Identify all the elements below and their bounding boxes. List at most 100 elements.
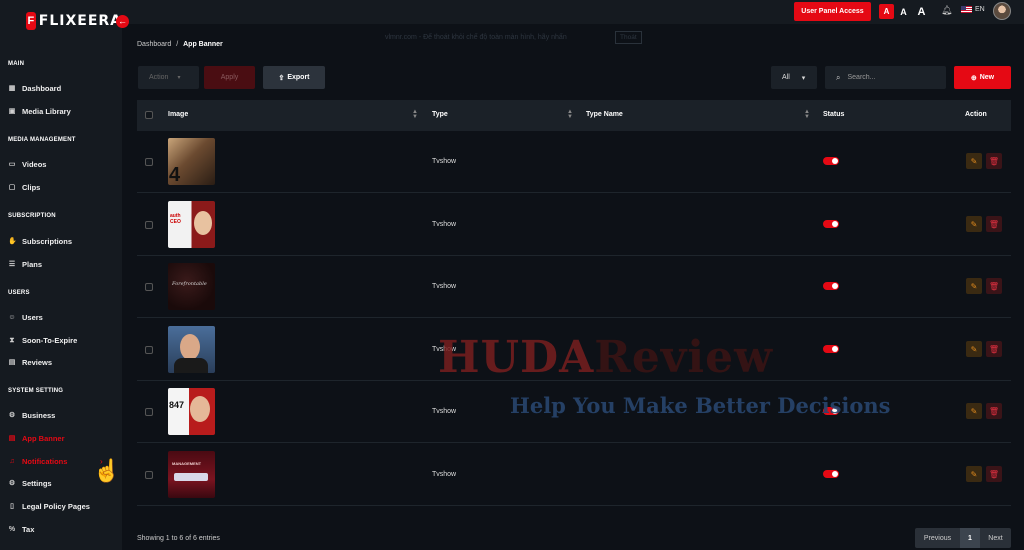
column-image[interactable]: Image: [168, 111, 188, 118]
sidebar-item-legal-policy[interactable]: ▯ Legal Policy Pages: [8, 502, 90, 511]
export-icon: ⇪: [278, 74, 285, 82]
new-button[interactable]: ⊕ New: [954, 66, 1011, 89]
sidebar-item-dashboard[interactable]: ▦ Dashboard: [8, 84, 62, 93]
search-icon: ⌕: [836, 72, 841, 82]
sidebar-item-app-banner[interactable]: ▤ App Banner: [8, 434, 65, 443]
thumb-overlay-text: 847: [169, 400, 185, 410]
sidebar-item-subscriptions[interactable]: ✋ Subscriptions: [8, 237, 72, 246]
pencil-icon: ✎: [970, 344, 978, 354]
sort-icon[interactable]: ▲ ▼: [804, 109, 810, 120]
edit-button[interactable]: ✎: [966, 153, 982, 169]
row-checkbox[interactable]: [145, 408, 153, 416]
status-toggle[interactable]: [823, 220, 839, 228]
pencil-icon: ✎: [970, 406, 978, 416]
apply-button[interactable]: Apply: [204, 66, 255, 89]
edit-button[interactable]: ✎: [966, 466, 982, 482]
delete-button[interactable]: 🗑︎: [986, 403, 1002, 419]
bell-icon[interactable]: 🔔︎: [941, 5, 952, 16]
edit-button[interactable]: ✎: [966, 403, 982, 419]
sidebar-item-clips[interactable]: ▢ Clips: [8, 183, 41, 192]
fullscreen-exit-key: Thoát: [615, 31, 642, 44]
sidebar-item-settings[interactable]: ⚙ Settings: [8, 479, 52, 488]
delete-button[interactable]: 🗑︎: [986, 466, 1002, 482]
search-box[interactable]: ⌕: [825, 66, 946, 89]
select-all-checkbox[interactable]: [145, 111, 153, 119]
section-main: MAIN: [8, 61, 25, 67]
font-size-medium-button[interactable]: A: [896, 4, 911, 19]
breadcrumb-root[interactable]: Dashboard: [137, 41, 171, 48]
search-input[interactable]: [847, 74, 938, 81]
sidebar-item-label: App Banner: [22, 434, 65, 443]
delete-button[interactable]: 🗑︎: [986, 278, 1002, 294]
page-number-button[interactable]: 1: [960, 528, 980, 548]
edit-button[interactable]: ✎: [966, 278, 982, 294]
badge-shape: [174, 473, 208, 481]
bell-icon: ♫: [9, 457, 15, 465]
table-row: Forefrontable Tvshow ✎ 🗑︎: [137, 256, 1011, 318]
delete-button[interactable]: 🗑︎: [986, 341, 1002, 357]
sidebar-item-plans[interactable]: ☰ Plans: [8, 260, 42, 269]
column-type-name[interactable]: Type Name: [586, 111, 623, 118]
trash-icon: 🗑︎: [988, 469, 1000, 479]
user-icon: ☺: [8, 313, 16, 321]
status-toggle[interactable]: [823, 470, 839, 478]
filter-select[interactable]: All ▾: [771, 66, 817, 89]
sidebar-item-label: Business: [22, 411, 56, 420]
user-panel-access-button[interactable]: User Panel Access: [794, 2, 871, 21]
banner-thumbnail: 847: [168, 388, 215, 435]
trash-icon: 🗑︎: [988, 406, 1000, 416]
sidebar-item-reviews[interactable]: ▤ Reviews: [8, 358, 52, 367]
table-row: 4 Tvshow ✎ 🗑︎: [137, 131, 1011, 193]
sidebar-item-label: Media Library: [22, 107, 71, 116]
watermark-part-b: Review: [594, 332, 773, 383]
next-page-button[interactable]: Next: [980, 528, 1011, 548]
action-select[interactable]: Action ▾: [138, 66, 199, 89]
column-type[interactable]: Type: [432, 111, 448, 118]
sidebar-item-business[interactable]: ⚙ Business: [8, 411, 56, 420]
action-select-value: Action: [149, 74, 169, 81]
sidebar-item-tax[interactable]: % Tax: [8, 525, 35, 534]
column-status: Status: [823, 111, 845, 118]
sidebar-item-users[interactable]: ☺ Users: [8, 313, 42, 322]
logo[interactable]: F FLIXEERA: [0, 0, 122, 42]
pencil-icon: ✎: [970, 469, 978, 479]
us-flag-icon: [961, 6, 972, 13]
sidebar-item-notifications[interactable]: ♫ Notifications: [8, 457, 67, 466]
status-toggle[interactable]: [823, 157, 839, 165]
trash-icon: 🗑︎: [988, 344, 1000, 354]
face-shape: [180, 334, 200, 360]
row-checkbox[interactable]: [145, 471, 153, 479]
hand-icon: ✋: [8, 237, 17, 245]
chevron-down-icon: ▾: [801, 74, 806, 82]
row-checkbox[interactable]: [145, 221, 153, 229]
avatar[interactable]: [993, 2, 1011, 20]
pointer-hand-icon: ☝: [93, 458, 121, 483]
breadcrumb: Dashboard / App Banner: [137, 41, 223, 48]
banner-thumbnail: Forefrontable: [168, 263, 215, 310]
arrow-left-icon[interactable]: ←: [116, 15, 129, 28]
sidebar-item-media-library[interactable]: ▣ Media Library: [8, 107, 71, 116]
status-toggle[interactable]: [823, 345, 839, 353]
breadcrumb-separator: /: [176, 41, 179, 48]
status-toggle[interactable]: [823, 282, 839, 290]
row-checkbox[interactable]: [145, 158, 153, 166]
trash-icon: 🗑︎: [988, 156, 1000, 166]
export-button[interactable]: ⇪ Export: [263, 66, 325, 89]
delete-button[interactable]: 🗑︎: [986, 216, 1002, 232]
edit-button[interactable]: ✎: [966, 216, 982, 232]
gear-icon: ⚙: [8, 479, 16, 487]
language-selector[interactable]: EN: [961, 6, 985, 13]
font-size-large-button[interactable]: A: [914, 4, 929, 19]
sort-icon[interactable]: ▲ ▼: [567, 109, 573, 120]
sidebar-item-label: Reviews: [22, 358, 53, 367]
sidebar-item-soon-to-expire[interactable]: ⧗ Soon-To-Expire: [8, 336, 78, 345]
sidebar-item-videos[interactable]: ▭ Videos: [8, 160, 47, 169]
previous-page-button[interactable]: Previous: [915, 528, 960, 548]
row-type: Tvshow: [432, 408, 457, 415]
delete-button[interactable]: 🗑︎: [986, 153, 1002, 169]
font-size-small-button[interactable]: A: [879, 4, 894, 19]
row-checkbox[interactable]: [145, 283, 153, 291]
sort-icon[interactable]: ▲ ▼: [412, 109, 418, 120]
row-checkbox[interactable]: [145, 346, 153, 354]
edit-button[interactable]: ✎: [966, 341, 982, 357]
